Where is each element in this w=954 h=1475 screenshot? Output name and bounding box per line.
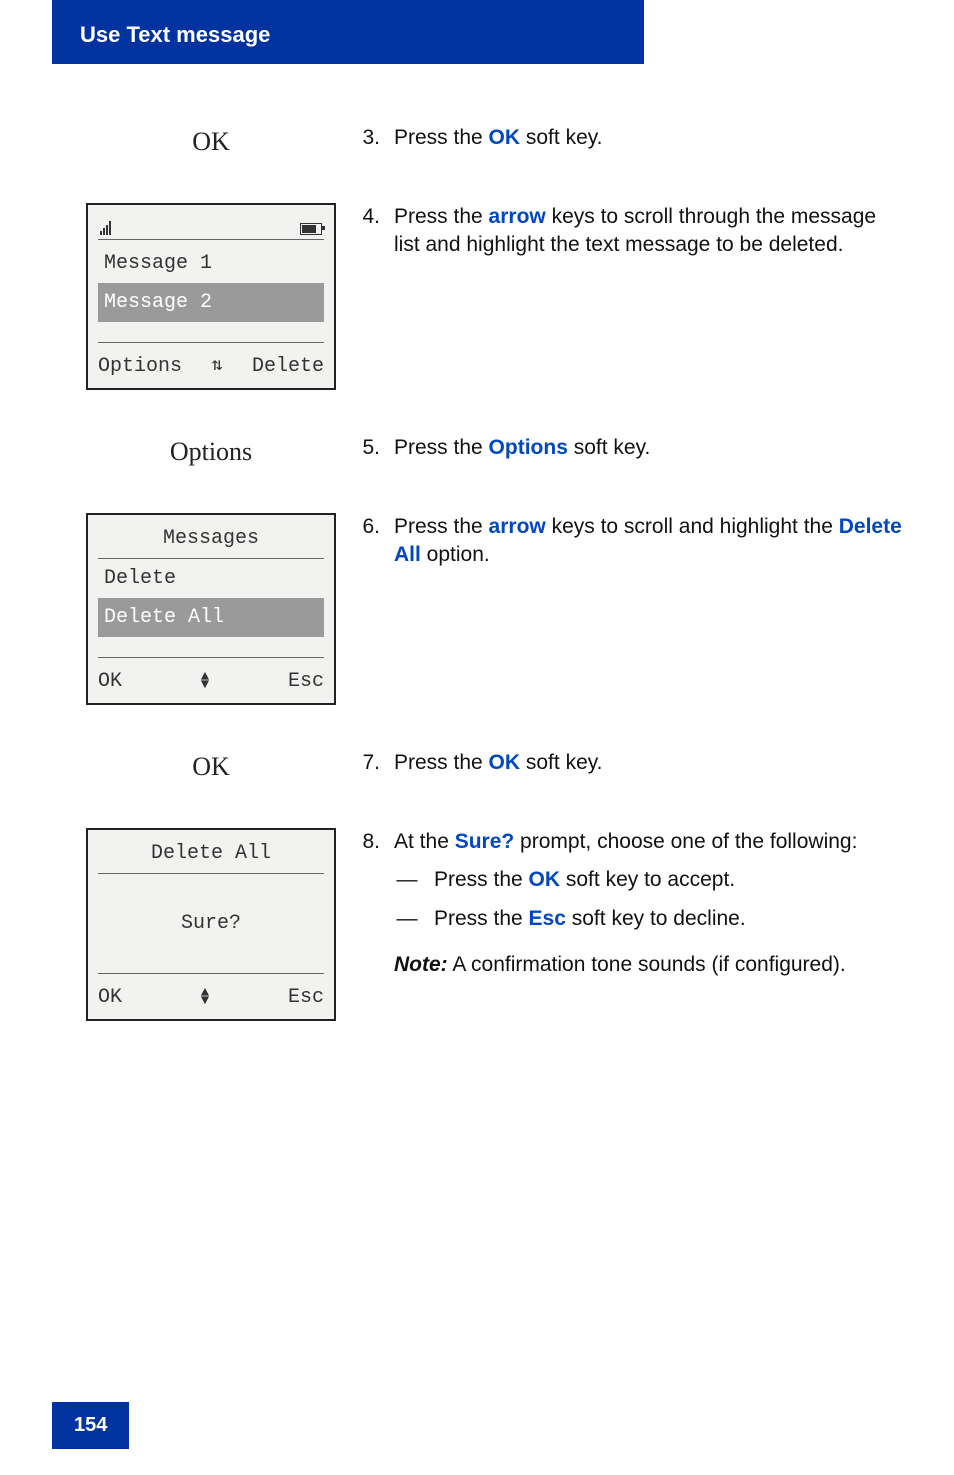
keyword-esc: Esc — [529, 907, 566, 930]
softkey-right[interactable]: Esc — [288, 668, 324, 695]
sub-options: — Press the OK soft key to accept. — Pre… — [394, 866, 902, 933]
ok-label: OK — [192, 749, 230, 784]
softkey-label-area: Options — [86, 434, 336, 469]
confirm-prompt: Sure? — [88, 874, 334, 973]
softkey-right[interactable]: Delete — [252, 353, 324, 380]
battery-icon — [300, 223, 322, 235]
options-list: Delete Delete All — [98, 559, 324, 657]
dash-icon: — — [394, 905, 420, 933]
note-label: Note: — [394, 953, 448, 976]
step-number: 5. — [350, 434, 380, 462]
softkey-left[interactable]: Options — [98, 353, 182, 380]
step-text: Press the OK soft key. — [394, 124, 902, 152]
step-text: Press the OK soft key. — [394, 749, 902, 777]
step-8: Delete All Sure? OK ▲▼ Esc 8. At the Sur… — [86, 828, 902, 1021]
phone-screen-2: Messages Delete Delete All OK ▲▼ Esc — [86, 513, 336, 705]
phone-screen-1: Message 1 Message 2 Options ⇅ Delete — [86, 203, 336, 390]
switch-icon: ⇅ — [212, 354, 223, 378]
keyword-ok: OK — [529, 868, 561, 891]
ok-label: OK — [192, 124, 230, 159]
phone-screen-3: Delete All Sure? OK ▲▼ Esc — [86, 828, 336, 1021]
softkey-bar: OK ▲▼ Esc — [98, 657, 324, 703]
list-item-selected[interactable]: Message 2 — [98, 283, 324, 322]
keyword-sure: Sure? — [455, 830, 515, 853]
step-text: At the Sure? prompt, choose one of the f… — [394, 828, 902, 1000]
step-6: Messages Delete Delete All OK ▲▼ Esc 6. … — [86, 513, 902, 705]
softkey-left[interactable]: OK — [98, 668, 122, 695]
updown-icon: ▲▼ — [201, 673, 209, 689]
step-number: 6. — [350, 513, 380, 541]
step-number: 8. — [350, 828, 380, 856]
list-item[interactable]: Message 1 — [98, 244, 324, 283]
page: Use Text message OK 3. Press the OK soft… — [0, 0, 954, 1475]
screen-title: Delete All — [98, 830, 324, 874]
keyword-arrow: arrow — [489, 205, 546, 228]
softkey-right[interactable]: Esc — [288, 984, 324, 1011]
softkey-label-area: OK — [86, 749, 336, 784]
sub-option: — Press the OK soft key to accept. — [394, 866, 902, 894]
list-item[interactable]: Delete — [98, 559, 324, 598]
page-title-banner: Use Text message — [52, 0, 644, 64]
softkey-bar: Options ⇅ Delete — [98, 342, 324, 388]
list-item-selected[interactable]: Delete All — [98, 598, 324, 637]
keyword-ok: OK — [489, 751, 521, 774]
step-5: Options 5. Press the Options soft key. — [86, 434, 902, 469]
step-number: 7. — [350, 749, 380, 777]
step-text: Press the arrow keys to scroll through t… — [394, 203, 902, 260]
signal-icon — [100, 221, 111, 235]
keyword-ok: OK — [489, 126, 521, 149]
content: OK 3. Press the OK soft key. Message 1 M… — [52, 64, 902, 1021]
dash-icon: — — [394, 866, 420, 894]
note: Note: A confirmation tone sounds (if con… — [394, 951, 902, 979]
screen-title: Messages — [98, 515, 324, 559]
step-text: Press the arrow keys to scroll and highl… — [394, 513, 902, 570]
status-bar — [98, 215, 324, 240]
softkey-label-area: OK — [86, 124, 336, 159]
step-number: 4. — [350, 203, 380, 231]
step-text: Press the Options soft key. — [394, 434, 902, 462]
step-3: OK 3. Press the OK soft key. — [86, 124, 902, 159]
step-4: Message 1 Message 2 Options ⇅ Delete 4. … — [86, 203, 902, 390]
page-number: 154 — [52, 1402, 129, 1449]
sub-option: — Press the Esc soft key to decline. — [394, 905, 902, 933]
page-title: Use Text message — [80, 22, 270, 47]
softkey-left[interactable]: OK — [98, 984, 122, 1011]
step-number: 3. — [350, 124, 380, 152]
updown-icon: ▲▼ — [201, 989, 209, 1005]
message-list: Message 1 Message 2 — [98, 244, 324, 342]
softkey-bar: OK ▲▼ Esc — [98, 973, 324, 1019]
options-label: Options — [170, 434, 252, 469]
keyword-options: Options — [489, 436, 568, 459]
step-7: OK 7. Press the OK soft key. — [86, 749, 902, 784]
keyword-arrow: arrow — [489, 515, 546, 538]
